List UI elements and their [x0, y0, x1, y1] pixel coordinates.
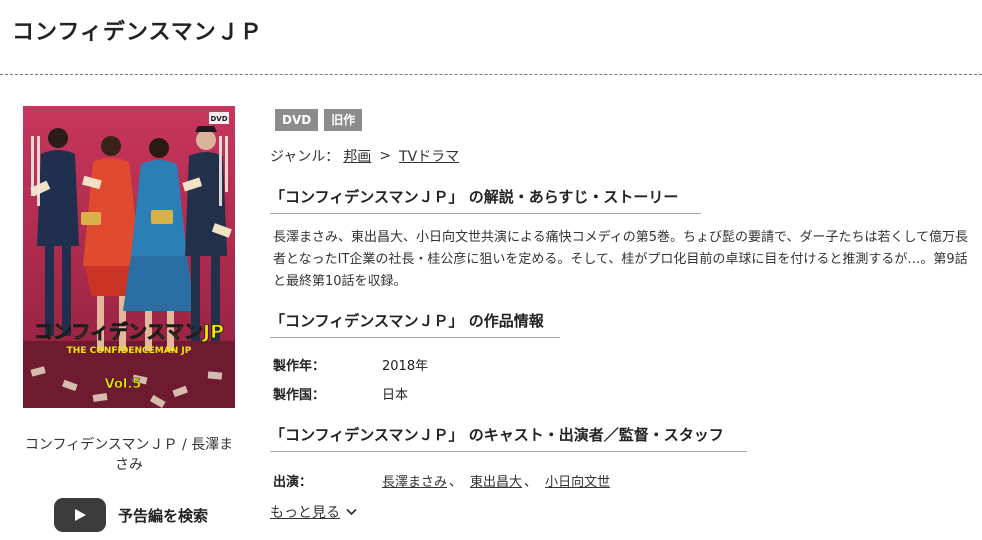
format-badges: DVD 旧作 — [275, 109, 363, 131]
synopsis-text: 長澤まさみ、東出昌大、小日向文世共演による痛快コメディの第5巻。ちょび髭の要請で… — [273, 230, 969, 289]
cast-label: 出演： — [273, 475, 313, 490]
genre-label: ジャンル： — [270, 149, 340, 165]
trailer-search-button[interactable]: 予告編を検索 — [54, 498, 208, 532]
genre-breadcrumb: ジャンル： 邦画 > TVドラマ — [270, 146, 463, 166]
play-icon[interactable] — [54, 498, 106, 532]
title-divider — [0, 74, 982, 75]
year-label: 製作年： — [273, 359, 326, 374]
cast-link[interactable]: 長澤まさみ — [382, 475, 447, 490]
info-heading: 「コンフィデンスマンＪＰ」 の作品情報 — [270, 310, 560, 338]
cover-caption: コンフィデンスマンＪＰ / 長澤まさみ — [24, 437, 234, 473]
page-title: コンフィデンスマンＪＰ — [12, 20, 263, 45]
cast-list: 長澤まさみ、東出昌大、小日向文世 — [382, 471, 610, 490]
cast-heading: 「コンフィデンスマンＪＰ」 のキャスト・出演者／監督・スタッフ — [270, 424, 747, 452]
country-label: 製作国： — [273, 388, 326, 403]
genre-link-hougaku[interactable]: 邦画 — [343, 146, 371, 166]
cover-volume: Vol.5 — [105, 377, 142, 392]
dvd-mark: DVD — [210, 115, 227, 123]
cover-logo-subtitle: THE CONFIDENCEMAN JP — [67, 346, 192, 356]
badge-old-release: 旧作 — [324, 109, 363, 131]
country-value: 日本 — [382, 388, 409, 403]
show-more-label: もっと見る — [270, 505, 340, 521]
breadcrumb-separator: > — [379, 148, 392, 164]
cast-separator: 、 — [524, 475, 538, 490]
synopsis-heading: 「コンフィデンスマンＪＰ」 の解説・あらすじ・ストーリー — [270, 186, 701, 214]
cast-link[interactable]: 東出昌大 — [470, 475, 522, 490]
genre-link-tv-drama[interactable]: TVドラマ — [399, 146, 459, 166]
cast-link[interactable]: 小日向文世 — [545, 475, 610, 490]
dvd-cover-image[interactable]: DVD コンフィデンスマンJP THE CONFIDENCEMAN JP Vol… — [23, 106, 235, 408]
cast-separator: 、 — [449, 475, 463, 490]
trailer-search-label: 予告編を検索 — [118, 506, 209, 525]
show-more-link[interactable]: もっと見る — [270, 502, 357, 522]
year-value: 2018年 — [382, 359, 429, 374]
chevron-down-icon — [346, 508, 357, 516]
cover-logo-text: コンフィデンスマンJP — [34, 320, 224, 343]
badge-dvd: DVD — [275, 109, 319, 131]
